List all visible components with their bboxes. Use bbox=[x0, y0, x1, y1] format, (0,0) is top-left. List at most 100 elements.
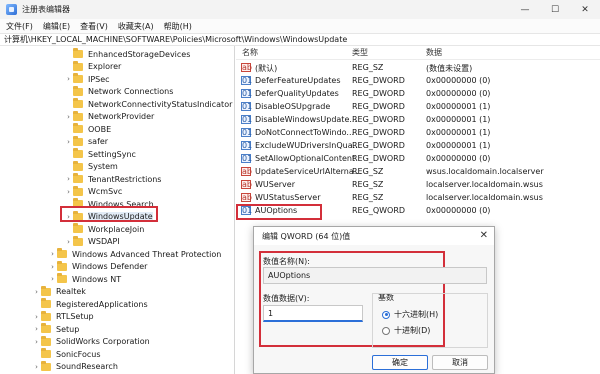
tree-item[interactable]: › WSDAPI bbox=[64, 235, 120, 248]
tree-item[interactable]: › SolidWorks Corporation bbox=[32, 335, 150, 348]
radio-hex-label[interactable]: 十六进制(H) bbox=[394, 309, 438, 320]
tree-item-label[interactable]: RTLSetup bbox=[56, 312, 94, 321]
tree-item-label[interactable]: Windows Defender bbox=[72, 262, 147, 271]
column-type[interactable]: 类型 bbox=[352, 47, 368, 58]
tree-item-label[interactable]: IPSec bbox=[88, 75, 110, 84]
expand-chevron-icon[interactable]: › bbox=[32, 313, 41, 321]
expand-chevron-icon[interactable]: › bbox=[64, 75, 73, 83]
value-row[interactable]: 01 SetAllowOptionalContent REG_DWORD 0x0000… bbox=[236, 153, 600, 166]
tree-item-label[interactable]: NetworkProvider bbox=[88, 112, 154, 121]
expand-chevron-icon[interactable]: › bbox=[64, 238, 73, 246]
tree-item[interactable]: Explorer bbox=[64, 60, 121, 73]
expand-chevron-icon[interactable]: › bbox=[32, 288, 41, 296]
value-row[interactable]: 01 ExcludeWUDriversInQua... REG_DWORD 0x000… bbox=[236, 140, 600, 153]
value-name[interactable]: AUOptions bbox=[255, 206, 297, 215]
menu-help[interactable]: 帮助(H) bbox=[164, 21, 192, 32]
registry-tree[interactable]: › SoundResearch SonicFocus › SolidWorks Corp… bbox=[0, 46, 235, 374]
expand-chevron-icon[interactable]: › bbox=[48, 250, 57, 258]
menu-view[interactable]: 查看(V) bbox=[80, 21, 108, 32]
tree-item-label[interactable]: OOBE bbox=[88, 125, 111, 134]
tree-item[interactable]: › safer bbox=[64, 135, 108, 148]
tree-item[interactable]: WorkplaceJoin bbox=[64, 223, 144, 235]
tree-item-label[interactable]: Realtek bbox=[56, 287, 86, 296]
tree-item-label[interactable]: NetworkConnectivityStatusIndicator bbox=[88, 100, 232, 109]
cancel-button[interactable]: 取消 bbox=[432, 355, 488, 370]
expand-chevron-icon[interactable]: › bbox=[64, 175, 73, 183]
value-row[interactable]: 01 DisableWindowsUpdate... REG_DWORD 0x0000… bbox=[236, 114, 600, 127]
radio-dec-label[interactable]: 十进制(D) bbox=[394, 325, 430, 336]
tree-item-label[interactable]: Windows Advanced Threat Protection bbox=[72, 250, 221, 259]
radio-hex-dot[interactable] bbox=[382, 310, 390, 319]
tree-item-label[interactable]: safer bbox=[88, 137, 108, 146]
tree-item[interactable]: EnhancedStorageDevices bbox=[64, 48, 190, 60]
tree-item-label[interactable]: RegisteredApplications bbox=[56, 300, 148, 309]
value-row[interactable]: 01 DeferQualityUpdates REG_DWORD 0x00000000… bbox=[236, 88, 600, 101]
tree-item[interactable]: › RTLSetup bbox=[32, 310, 94, 323]
close-button[interactable]: ✕ bbox=[570, 0, 600, 19]
tree-item-label[interactable]: Explorer bbox=[88, 62, 121, 71]
value-name[interactable]: DoNotConnectToWindo... bbox=[255, 128, 354, 137]
tree-item[interactable]: › WcmSvc bbox=[64, 185, 122, 198]
tree-item[interactable]: SettingSync bbox=[64, 148, 136, 160]
expand-chevron-icon[interactable]: › bbox=[48, 263, 57, 271]
tree-item[interactable]: › Windows NT bbox=[48, 273, 121, 285]
expand-chevron-icon[interactable]: › bbox=[32, 338, 41, 346]
value-name[interactable]: WUServer bbox=[255, 180, 295, 189]
tree-item[interactable]: › Windows Defender bbox=[48, 260, 147, 273]
tree-item[interactable]: SonicFocus bbox=[32, 348, 101, 360]
tree-item[interactable]: › TenantRestrictions bbox=[64, 173, 161, 185]
value-name[interactable]: ExcludeWUDriversInQua... bbox=[255, 141, 360, 150]
menu-favorites[interactable]: 收藏夹(A) bbox=[118, 21, 154, 32]
expand-chevron-icon[interactable]: › bbox=[64, 188, 73, 196]
tree-item[interactable]: › SoundResearch bbox=[32, 360, 118, 373]
value-name[interactable]: DisableWindowsUpdate... bbox=[255, 115, 357, 124]
tree-item-label[interactable]: WcmSvc bbox=[88, 187, 122, 196]
tree-item-label[interactable]: EnhancedStorageDevices bbox=[88, 50, 190, 59]
value-data-text[interactable]: 1 bbox=[268, 309, 273, 318]
tree-item-label[interactable]: Windows NT bbox=[72, 275, 121, 284]
radio-dec[interactable]: 十进制(D) bbox=[382, 325, 430, 336]
value-data-input[interactable]: 1 bbox=[263, 305, 363, 322]
expand-chevron-icon[interactable]: › bbox=[48, 275, 57, 283]
ok-button[interactable]: 确定 bbox=[372, 355, 428, 370]
tree-item[interactable]: › IPSec bbox=[64, 73, 110, 85]
tree-item[interactable]: OOBE bbox=[64, 123, 111, 135]
value-name[interactable]: WUStatusServer bbox=[255, 193, 321, 202]
expand-chevron-icon[interactable]: › bbox=[64, 138, 73, 146]
expand-chevron-icon[interactable]: › bbox=[64, 113, 73, 121]
address-path[interactable]: 计算机\HKEY_LOCAL_MACHINE\SOFTWARE\Policies… bbox=[4, 34, 347, 45]
value-row[interactable]: ab UpdateServiceUrlAlterna... REG_SZ wsus.l… bbox=[236, 166, 600, 179]
tree-item-label[interactable]: Setup bbox=[56, 325, 79, 334]
maximize-button[interactable]: ☐ bbox=[540, 0, 570, 19]
tree-item-label[interactable]: SonicFocus bbox=[56, 350, 101, 359]
expand-chevron-icon[interactable]: › bbox=[32, 325, 41, 333]
tree-item[interactable]: NetworkConnectivityStatusIndicator bbox=[64, 98, 232, 110]
value-row[interactable]: ab WUStatusServer REG_SZ localserver.locald… bbox=[236, 192, 600, 205]
value-row[interactable]: ab WUServer REG_SZ localserver.localdomain.… bbox=[236, 179, 600, 192]
tree-item-label[interactable]: System bbox=[88, 162, 118, 171]
address-bar[interactable]: 计算机\HKEY_LOCAL_MACHINE\SOFTWARE\Policies… bbox=[0, 33, 600, 46]
tree-item[interactable]: RegisteredApplications bbox=[32, 298, 148, 310]
tree-item[interactable]: Network Connections bbox=[64, 85, 173, 98]
dialog-close-icon[interactable]: ✕ bbox=[480, 230, 488, 241]
radio-dec-dot[interactable] bbox=[382, 326, 390, 335]
value-row[interactable]: 01 AUOptions REG_QWORD 0x00000000 (0) bbox=[236, 205, 600, 218]
minimize-button[interactable]: — bbox=[510, 0, 540, 19]
tree-item-label[interactable]: SolidWorks Corporation bbox=[56, 337, 150, 346]
tree-item[interactable]: › NetworkProvider bbox=[64, 110, 154, 123]
value-name[interactable]: (默认) bbox=[255, 63, 277, 74]
value-name[interactable]: UpdateServiceUrlAlterna... bbox=[255, 167, 361, 176]
menu-file[interactable]: 文件(F) bbox=[6, 21, 33, 32]
tree-item-label[interactable]: WorkplaceJoin bbox=[88, 225, 144, 234]
value-row[interactable]: 01 DisableOSUpgrade REG_DWORD 0x00000001 (1… bbox=[236, 101, 600, 114]
radio-hex[interactable]: 十六进制(H) bbox=[382, 309, 438, 320]
value-row[interactable]: ab (默认) REG_SZ (数值未设置) bbox=[236, 62, 600, 75]
value-row[interactable]: 01 DeferFeatureUpdates REG_DWORD 0x00000000… bbox=[236, 75, 600, 88]
column-name[interactable]: 名称 bbox=[242, 47, 258, 58]
value-name[interactable]: SetAllowOptionalContent bbox=[255, 154, 355, 163]
tree-item-label[interactable]: WSDAPI bbox=[88, 237, 120, 246]
tree-item[interactable]: › Setup bbox=[32, 323, 79, 335]
tree-item-label[interactable]: TenantRestrictions bbox=[88, 175, 161, 184]
tree-item-label[interactable]: SettingSync bbox=[88, 150, 136, 159]
tree-item[interactable]: System bbox=[64, 160, 118, 173]
